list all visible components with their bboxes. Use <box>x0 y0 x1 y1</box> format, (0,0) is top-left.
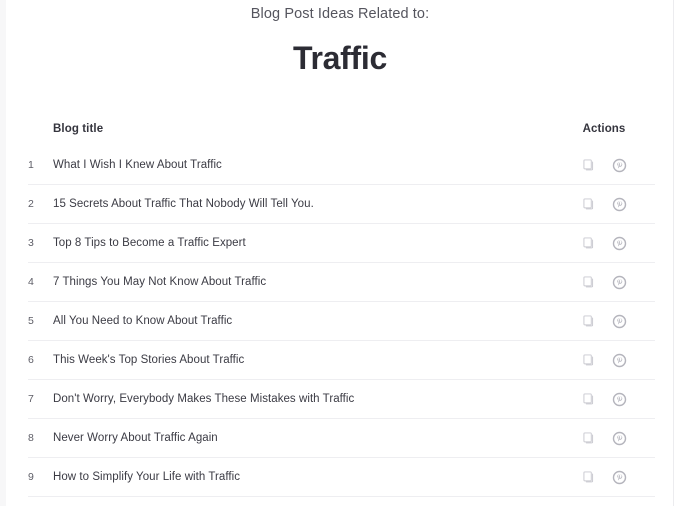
copy-icon[interactable] <box>581 196 597 212</box>
row-actions <box>559 274 655 290</box>
row-blog-title: 15 Secrets About Traffic That Nobody Wil… <box>53 198 314 210</box>
table-header-row: Blog title Actions <box>0 112 680 146</box>
pinterest-save-icon[interactable] <box>612 157 628 173</box>
row-blog-title: This Week's Top Stories About Traffic <box>53 354 245 366</box>
page-title-keyword: Traffic <box>293 40 387 76</box>
pinterest-save-icon[interactable] <box>612 235 628 251</box>
table-row[interactable]: 2 15 Secrets About Traffic That Nobody W… <box>28 185 655 224</box>
column-header-blog-title: Blog title <box>53 123 104 135</box>
table-body: 1 What I Wish I Knew About Traffic 2 15 … <box>0 146 680 497</box>
page-heading: Blog Post Ideas Related to: Traffic <box>0 0 680 78</box>
row-actions <box>559 235 655 251</box>
pinterest-save-icon[interactable] <box>612 352 628 368</box>
copy-icon[interactable] <box>581 235 597 251</box>
row-index: 6 <box>28 354 34 366</box>
table-row[interactable]: 5 All You Need to Know About Traffic <box>28 302 655 341</box>
column-header-actions: Actions <box>582 123 626 135</box>
copy-icon[interactable] <box>581 274 597 290</box>
row-blog-title: Top 8 Tips to Become a Traffic Expert <box>53 237 246 249</box>
row-actions <box>559 196 655 212</box>
row-blog-title: What I Wish I Knew About Traffic <box>53 159 222 171</box>
row-actions <box>559 352 655 368</box>
pinterest-save-icon[interactable] <box>612 469 628 485</box>
row-index: 1 <box>28 159 34 171</box>
row-index: 5 <box>28 315 34 327</box>
pinterest-save-icon[interactable] <box>612 430 628 446</box>
table-row[interactable]: 6 This Week's Top Stories About Traffic <box>28 341 655 380</box>
row-blog-title: All You Need to Know About Traffic <box>53 315 233 327</box>
row-actions <box>559 157 655 173</box>
row-blog-title: 7 Things You May Not Know About Traffic <box>53 276 267 288</box>
page-root: Blog Post Ideas Related to: Traffic Blog… <box>0 0 680 506</box>
row-index: 9 <box>28 471 34 483</box>
row-index: 7 <box>28 393 34 405</box>
table-row[interactable]: 4 7 Things You May Not Know About Traffi… <box>28 263 655 302</box>
copy-icon[interactable] <box>581 313 597 329</box>
pinterest-save-icon[interactable] <box>612 274 628 290</box>
row-actions <box>559 469 655 485</box>
copy-icon[interactable] <box>581 391 597 407</box>
copy-icon[interactable] <box>581 430 597 446</box>
row-actions <box>559 430 655 446</box>
row-blog-title: Don't Worry, Everybody Makes These Mista… <box>53 393 355 405</box>
table-row[interactable]: 1 What I Wish I Knew About Traffic <box>28 146 655 185</box>
row-blog-title: How to Simplify Your Life with Traffic <box>53 471 241 483</box>
row-actions <box>559 391 655 407</box>
ideas-table: Blog title Actions 1 What I Wish I Knew … <box>0 112 680 497</box>
table-row[interactable]: 8 Never Worry About Traffic Again <box>28 419 655 458</box>
row-index: 3 <box>28 237 34 249</box>
pinterest-save-icon[interactable] <box>612 313 628 329</box>
row-index: 8 <box>28 432 34 444</box>
row-blog-title: Never Worry About Traffic Again <box>53 432 218 444</box>
row-index: 4 <box>28 276 34 288</box>
pinterest-save-icon[interactable] <box>612 196 628 212</box>
row-index: 2 <box>28 198 34 210</box>
table-row[interactable]: 7 Don't Worry, Everybody Makes These Mis… <box>28 380 655 419</box>
row-actions <box>559 313 655 329</box>
pinterest-save-icon[interactable] <box>612 391 628 407</box>
table-row[interactable]: 9 How to Simplify Your Life with Traffic <box>28 458 655 497</box>
table-row[interactable]: 3 Top 8 Tips to Become a Traffic Expert <box>28 224 655 263</box>
copy-icon[interactable] <box>581 469 597 485</box>
copy-icon[interactable] <box>581 157 597 173</box>
copy-icon[interactable] <box>581 352 597 368</box>
page-subtitle: Blog Post Ideas Related to: <box>250 6 430 22</box>
